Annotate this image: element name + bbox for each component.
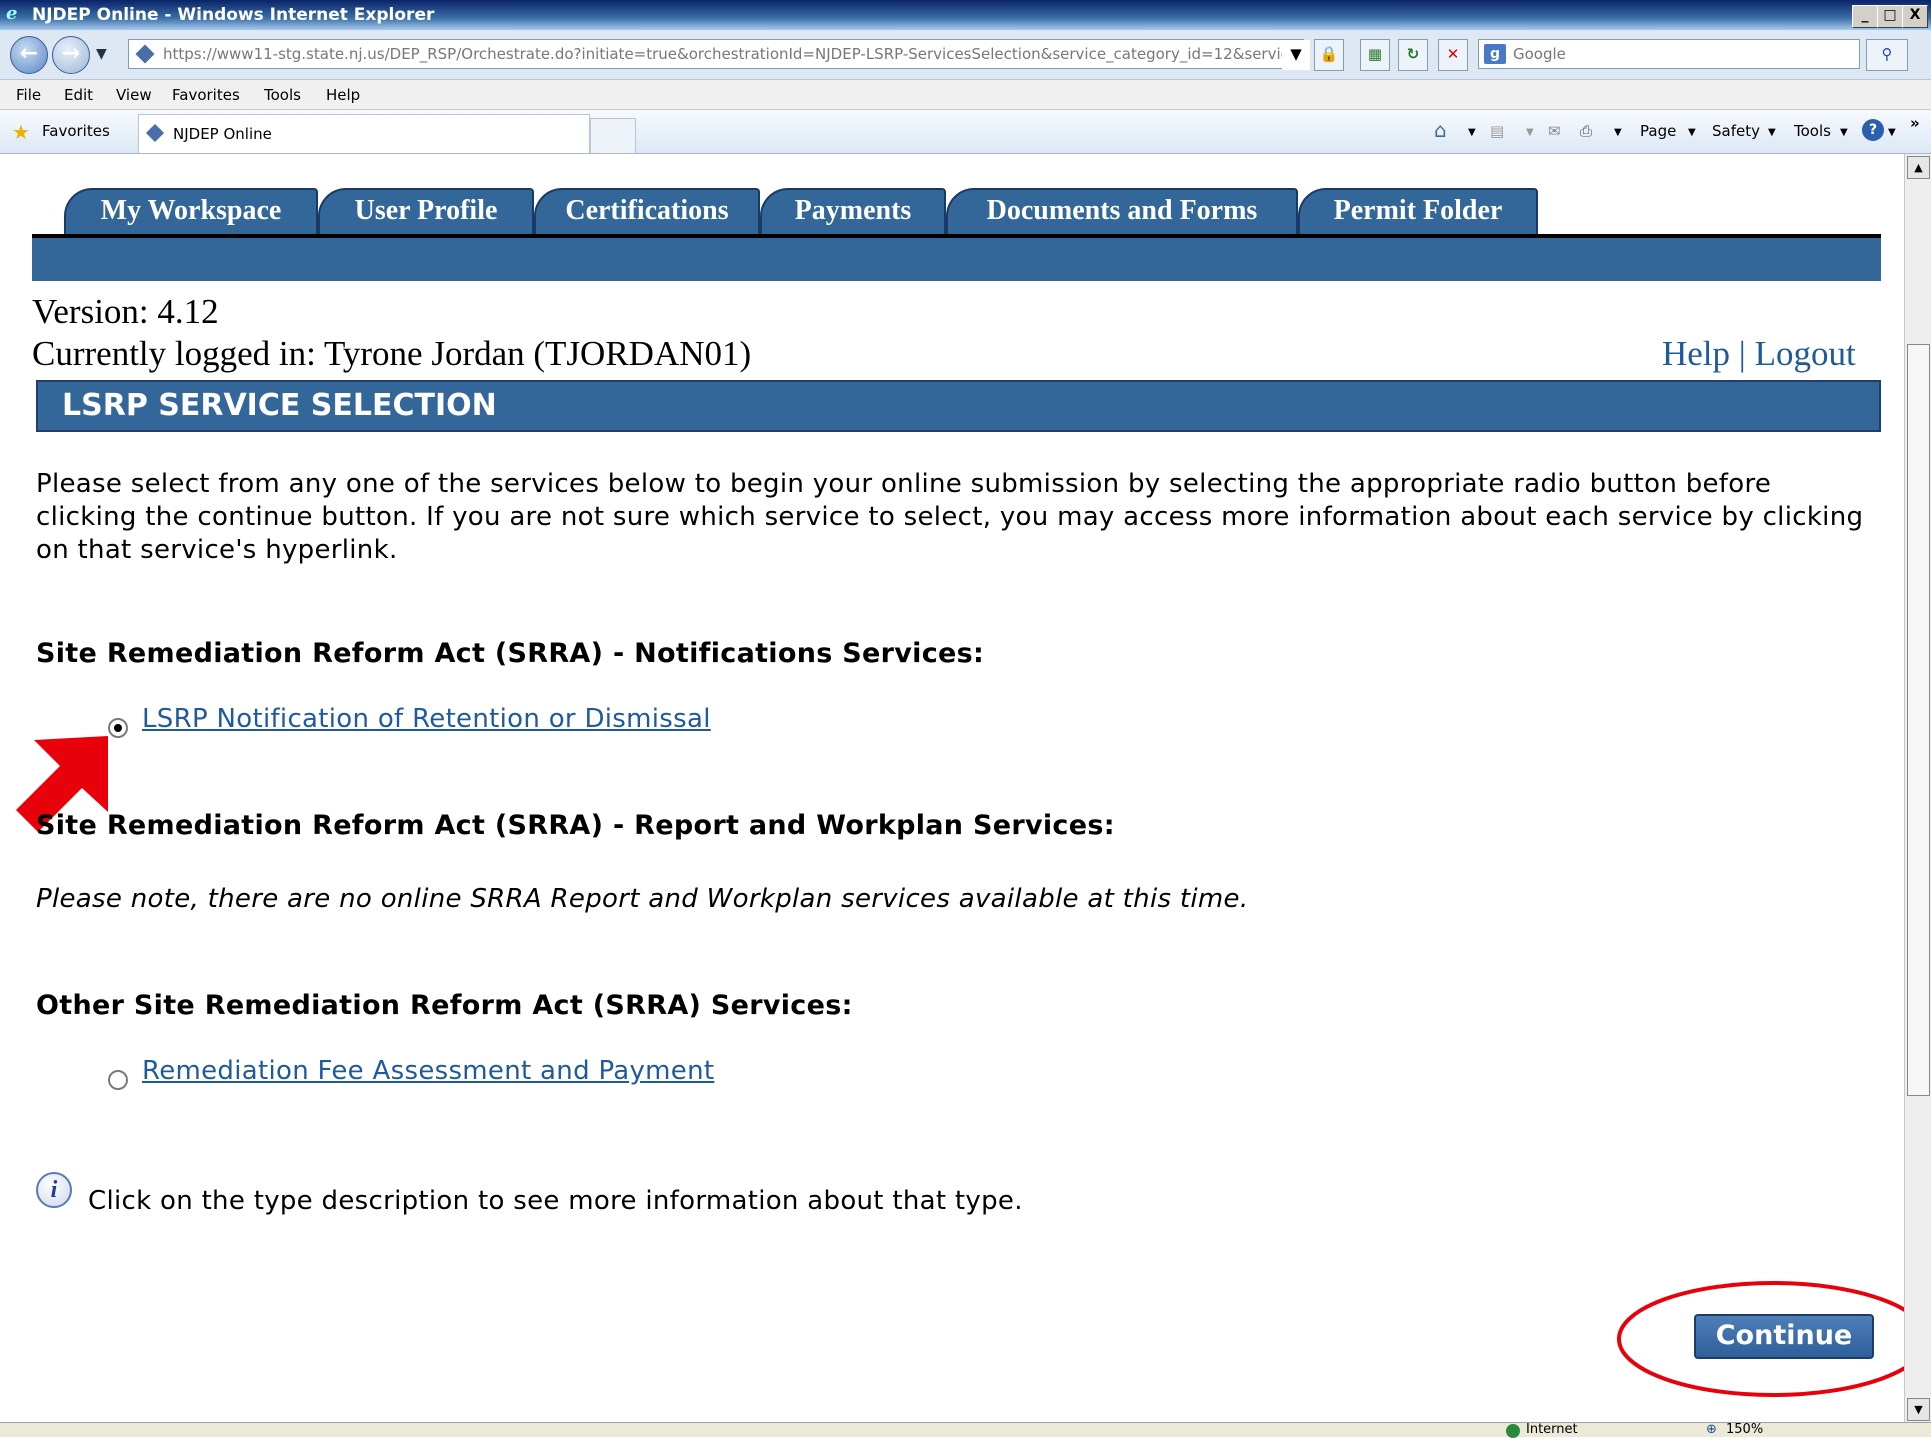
ie-logo-icon: e: [6, 3, 18, 24]
stop-icon[interactable]: ✕: [1438, 39, 1468, 71]
menu-view[interactable]: View: [116, 86, 152, 104]
tab-user-profile[interactable]: User Profile: [318, 188, 534, 238]
tools-menu[interactable]: Tools: [1794, 122, 1831, 140]
tab-bar-underline: [32, 234, 1881, 281]
menu-edit[interactable]: Edit: [64, 86, 93, 104]
tab-my-workspace[interactable]: My Workspace: [64, 188, 318, 238]
scroll-thumb[interactable]: [1907, 344, 1930, 1096]
favorites-bar: ★ Favorites NJDEP Online ⌂ ▼ ▤ ▼ ✉ ⎙ ▼ P…: [0, 110, 1931, 154]
chevron-overflow-icon[interactable]: »: [1910, 114, 1920, 132]
mail-icon[interactable]: ✉: [1548, 122, 1561, 140]
feeds-dropdown-icon[interactable]: ▼: [1526, 127, 1534, 138]
tab-permit-folder[interactable]: Permit Folder: [1298, 188, 1538, 238]
report-workplan-heading: Site Remediation Reform Act (SRRA) - Rep…: [36, 810, 1115, 841]
section-header: LSRP SERVICE SELECTION: [36, 380, 1881, 432]
zoom-level[interactable]: 150%: [1726, 1422, 1763, 1437]
maximize-button[interactable]: □: [1877, 5, 1903, 28]
globe-icon: [1506, 1424, 1520, 1438]
home-icon[interactable]: ⌂: [1434, 118, 1447, 142]
site-favicon: [135, 44, 155, 64]
menu-tools[interactable]: Tools: [264, 86, 301, 104]
minimize-button[interactable]: _: [1852, 5, 1878, 28]
tab-certifications[interactable]: Certifications: [534, 188, 760, 238]
vertical-scrollbar[interactable]: ▲ ▼: [1904, 154, 1931, 1422]
google-icon: g: [1484, 44, 1506, 64]
status-bar: Internet ⊕ 150%: [0, 1422, 1931, 1438]
print-dropdown-icon[interactable]: ▼: [1614, 127, 1622, 138]
help-icon[interactable]: ?: [1862, 119, 1884, 141]
logged-in-label: Currently logged in: Tyrone Jordan (TJOR…: [32, 334, 752, 373]
tab-title: NJDEP Online: [173, 125, 272, 143]
feeds-icon[interactable]: ▤: [1490, 122, 1504, 140]
search-input[interactable]: g Google: [1478, 39, 1860, 69]
tools-dropdown-icon: ▼: [1840, 127, 1848, 138]
tab-documents-and-forms[interactable]: Documents and Forms: [946, 188, 1298, 238]
close-button[interactable]: X: [1902, 5, 1928, 28]
menu-favorites[interactable]: Favorites: [172, 86, 240, 104]
link-separator: |: [1738, 334, 1746, 373]
notifications-heading: Site Remediation Reform Act (SRRA) - Not…: [36, 638, 985, 669]
header-links: Help | Logout: [1662, 334, 1856, 374]
zoom-icon[interactable]: ⊕: [1706, 1422, 1717, 1437]
tab-payments[interactable]: Payments: [760, 188, 946, 238]
logout-link[interactable]: Logout: [1755, 334, 1856, 373]
red-circle-annotation: [1617, 1281, 1904, 1397]
browser-tab[interactable]: NJDEP Online: [138, 114, 590, 153]
refresh-icon[interactable]: ↻: [1398, 39, 1428, 71]
info-icon: i: [36, 1172, 72, 1208]
menu-bar: File Edit View Favorites Tools Help: [0, 80, 1931, 110]
window-title-bar: e NJDEP Online - Windows Internet Explor…: [0, 0, 1931, 30]
radio-remediation-fee[interactable]: [108, 1070, 128, 1090]
back-button[interactable]: ←: [10, 36, 48, 74]
scroll-down-icon[interactable]: ▼: [1907, 1398, 1930, 1421]
info-text: Click on the type description to see mor…: [88, 1186, 1023, 1216]
history-dropdown-icon[interactable]: ▼: [96, 46, 107, 62]
zone-label: Internet: [1526, 1422, 1578, 1437]
favorites-button[interactable]: Favorites: [42, 122, 110, 140]
home-dropdown-icon[interactable]: ▼: [1468, 127, 1476, 138]
other-services-heading: Other Site Remediation Reform Act (SRRA)…: [36, 990, 853, 1021]
lock-icon[interactable]: 🔒: [1314, 39, 1344, 71]
page-menu[interactable]: Page: [1640, 122, 1676, 140]
safety-menu[interactable]: Safety: [1712, 122, 1760, 140]
scroll-up-icon[interactable]: ▲: [1907, 156, 1930, 179]
help-dropdown-icon[interactable]: ▼: [1888, 127, 1896, 138]
forward-button[interactable]: →: [52, 36, 90, 74]
intro-text: Please select from any one of the servic…: [36, 469, 1864, 565]
window-title: NJDEP Online - Windows Internet Explorer: [32, 5, 435, 25]
address-input[interactable]: https://www11-stg.state.nj.us/DEP_RSP/Or…: [128, 39, 1304, 69]
page-content: My Workspace User Profile Certifications…: [8, 154, 1904, 1422]
address-toolbar: ← → ▼ https://www11-stg.state.nj.us/DEP_…: [0, 30, 1931, 80]
search-icon[interactable]: ⚲: [1866, 39, 1908, 71]
version-label: Version: 4.12: [32, 292, 219, 331]
lsrp-notification-link[interactable]: LSRP Notification of Retention or Dismis…: [142, 704, 711, 734]
help-link[interactable]: Help: [1662, 334, 1730, 373]
address-dropdown-icon[interactable]: ▼: [1282, 40, 1310, 70]
new-tab-button[interactable]: [590, 118, 636, 153]
no-services-note: Please note, there are no online SRRA Re…: [36, 884, 1249, 914]
menu-help[interactable]: Help: [326, 86, 360, 104]
remediation-fee-link[interactable]: Remediation Fee Assessment and Payment: [142, 1056, 714, 1086]
print-icon[interactable]: ⎙: [1580, 122, 1592, 140]
star-icon: ★: [12, 120, 30, 144]
page-dropdown-icon: ▼: [1688, 127, 1696, 138]
compatibility-icon[interactable]: ▦: [1360, 39, 1390, 71]
tab-favicon: [145, 123, 165, 143]
safety-dropdown-icon: ▼: [1768, 127, 1776, 138]
menu-file[interactable]: File: [16, 86, 41, 104]
